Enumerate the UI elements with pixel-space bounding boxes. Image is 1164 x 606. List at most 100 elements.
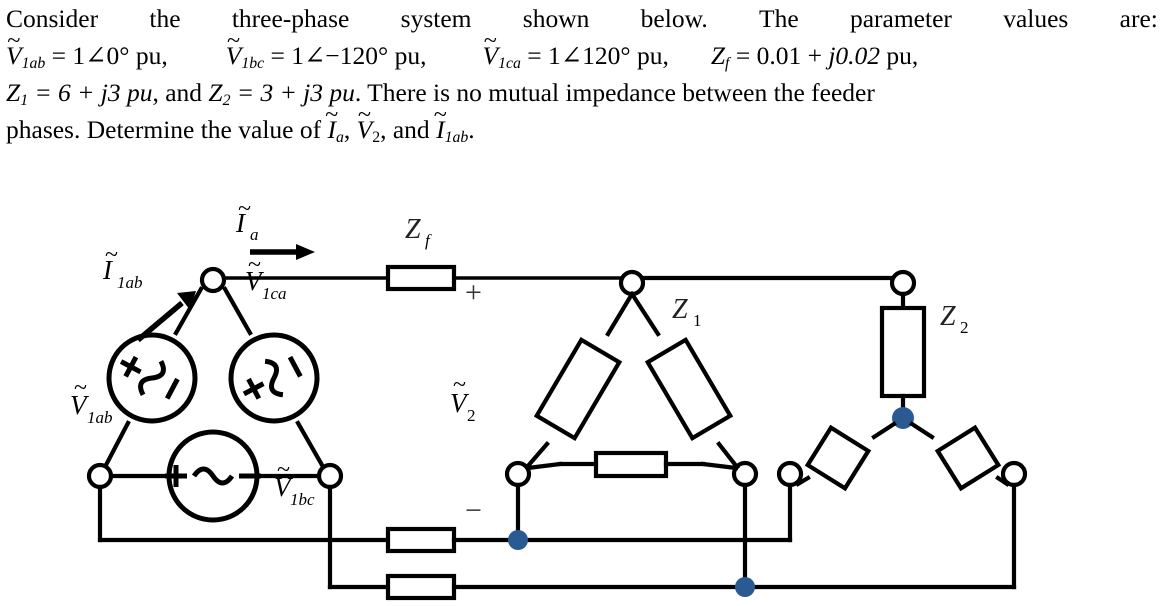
word-system: system	[400, 4, 472, 33]
tilde-accent-v2: ~	[357, 100, 371, 128]
word-are: are:	[1119, 4, 1158, 33]
current-arrow-ia-head	[296, 244, 315, 260]
eq-v1ab: = 1	[51, 41, 86, 70]
impedance-zf-phase-b	[385, 526, 457, 554]
param-v1ab: ~ V1ab = 1∠0° pu,	[6, 27, 168, 72]
val-z1: = 6 + j3 pu	[34, 78, 153, 107]
impedance-z1-bottom	[593, 450, 669, 479]
wire-z1-right-upper	[629, 291, 661, 337]
wire-z1-bottom-left	[525, 461, 563, 471]
word-the2: The	[759, 4, 799, 33]
tilde-accent-ia: ~	[325, 100, 339, 128]
word-three-phase: three-phase	[231, 4, 350, 33]
word-shown: shown	[522, 4, 590, 33]
wire-z1-left-upper	[605, 291, 635, 337]
comma-and: , and	[380, 115, 430, 144]
statement-line-3: Z1 = 6 + j3 pu, and Z2 = 3 + j3 pu. Ther…	[6, 74, 1160, 111]
eq-v1ca: = 1	[527, 41, 561, 70]
voltage-polarity-minus: −	[465, 494, 482, 527]
label-v1ca-sub: 1ca	[262, 284, 287, 303]
impedance-zf-phase-c	[385, 573, 457, 601]
wire-src-ab-lower	[103, 420, 131, 468]
comma-1: ,	[343, 115, 351, 144]
label-v1ab-sub: 1ab	[87, 408, 113, 427]
circuit-diagram: ~ I a Z f ~ I 1ab ~ V 1ca ~ V 1ab ~ V 1b…	[70, 196, 1028, 601]
period-end: .	[468, 115, 475, 144]
val-v1ab: 0°	[106, 41, 130, 70]
sub-z2: 2	[222, 91, 231, 109]
impedance-z1-left	[533, 337, 623, 441]
val-v1bc: −120°	[325, 41, 389, 70]
eq-zf: = 0.01 +	[735, 41, 822, 70]
param-v1bc: ~ V1bc = 1∠−120° pu,	[226, 27, 427, 72]
unit-v1ab: pu	[135, 41, 162, 70]
tilde-accent-v1ab: ~	[7, 26, 21, 54]
unit-v1bc: pu	[394, 41, 421, 70]
label-i1ab-sub: 1ab	[117, 273, 143, 292]
tilde-accent-v1ca: ~	[483, 26, 497, 54]
wire-z2-b-inner	[871, 421, 897, 440]
junction-dot-neutral	[892, 407, 914, 429]
terminal-load2-a	[889, 269, 917, 297]
problem-statement: Consider the three-phase system shown be…	[6, 0, 1160, 148]
trail-v1ab: ,	[161, 41, 168, 70]
label-ia-sub: a	[250, 225, 259, 244]
unit-v1ca: pu	[636, 41, 663, 70]
terminal-load2-b	[776, 460, 804, 488]
junction-dot-phase-c	[735, 577, 755, 597]
impedance-z2-phase-b	[804, 424, 872, 492]
label-z1-sub: 1	[693, 311, 702, 330]
terminal-source-a	[199, 266, 227, 294]
statement-line-2-parameters: ~ V1ab = 1∠0° pu, ~ V1bc = 1∠−120° pu, ~ V1ca…	[6, 27, 1160, 74]
unit-zf: pu	[886, 41, 912, 70]
statement-line-4: phases. Determine the value of ~ Ia, ~ V2,…	[6, 101, 1160, 148]
word-values: values	[1003, 4, 1069, 33]
impedance-zf-phase-a	[385, 264, 457, 292]
sub-i1ab: 1ab	[444, 128, 469, 146]
line4-prefix: phases. Determine the value of	[6, 115, 322, 144]
sep-and: , and	[152, 78, 203, 107]
sub-v1ab: 1ab	[21, 54, 46, 72]
trail-v1bc: ,	[420, 41, 427, 70]
angle-v1ca: ∠	[560, 41, 583, 70]
sym-z1: Z	[6, 78, 21, 107]
wire-z1-bottom-right	[700, 461, 739, 471]
label-zf: Z	[405, 214, 421, 245]
impedance-z2-phase-c	[934, 424, 1002, 492]
word-parameter: parameter	[849, 4, 952, 33]
label-v2-sub: 2	[467, 406, 476, 425]
sub-v2: 2	[372, 128, 381, 146]
label-v1bc-sub: 1bc	[290, 490, 315, 509]
impedance-z2-phase-a	[879, 305, 927, 399]
param-zf: Zf = 0.01 + j0.02 pu,	[711, 41, 919, 72]
param-v1ca: ~ V1ca = 1∠120° pu,	[483, 27, 669, 72]
tilde-accent-i1ab: ~	[433, 100, 447, 128]
impedance-z1-right	[644, 337, 734, 441]
label-z2-sub: 2	[960, 318, 969, 337]
sub-v1ca: 1ca	[498, 54, 521, 72]
terminal-source-b	[86, 462, 114, 490]
val-zf: j0.02	[828, 41, 881, 70]
sym-z2: Z	[208, 78, 223, 107]
trail-zf: ,	[911, 41, 919, 70]
val-v1ca: 120°	[582, 41, 631, 70]
label-z2: Z	[940, 301, 956, 332]
junction-dot-phase-b	[508, 530, 528, 550]
angle-v1bc: ∠	[304, 41, 326, 70]
wire-z1-left-lower	[524, 441, 550, 470]
eq-v1bc: = 1	[270, 41, 305, 70]
terminal-source-c	[316, 462, 344, 490]
wire-src-ca-lower	[295, 420, 325, 468]
word-below: below.	[640, 4, 708, 33]
problem-page: Consider the three-phase system shown be…	[0, 0, 1164, 606]
statement-line-1: Consider the three-phase system shown be…	[6, 0, 1160, 37]
wire-z1-right-lower	[716, 441, 740, 470]
terminal-load1-a	[618, 269, 646, 297]
label-z1: Z	[672, 294, 688, 325]
trail-v1ca: ,	[662, 41, 669, 70]
sub-zf: f	[725, 54, 730, 72]
label-zf-sub: f	[425, 231, 432, 250]
sub-v1bc: 1bc	[241, 54, 265, 72]
voltage-polarity-plus: +	[465, 276, 482, 309]
word-the: the	[149, 4, 181, 33]
